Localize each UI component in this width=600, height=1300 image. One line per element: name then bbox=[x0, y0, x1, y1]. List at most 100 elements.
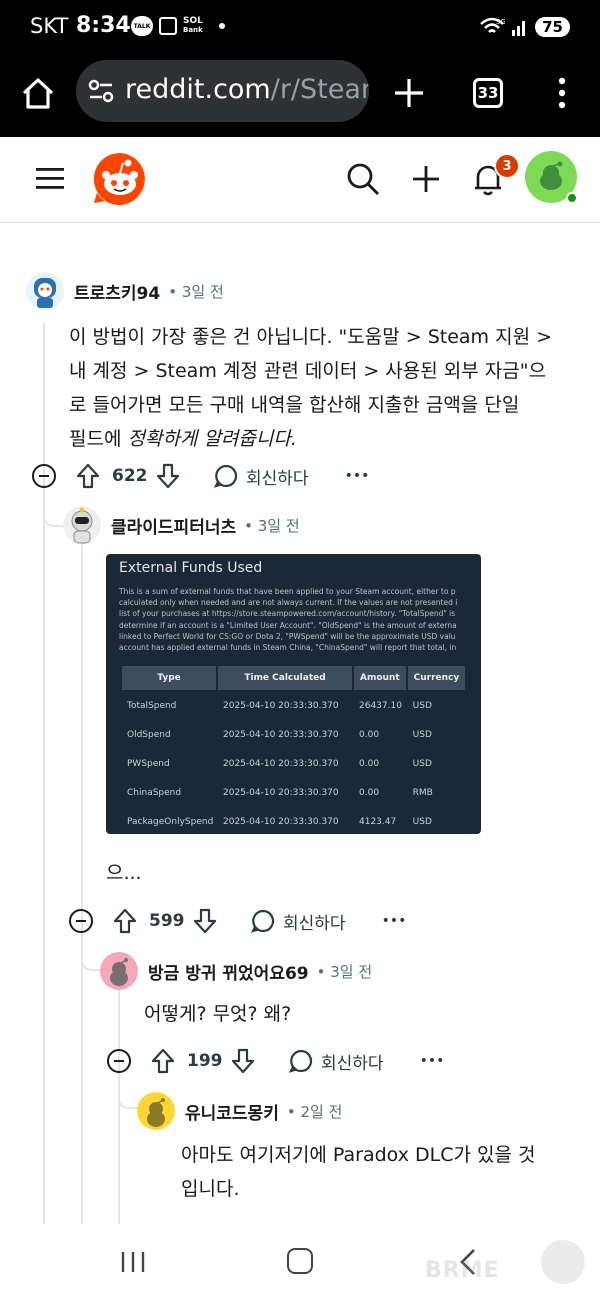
url-text[interactable]: reddit.com/r/Stear bbox=[125, 74, 369, 105]
clock: 8:34 bbox=[76, 13, 131, 38]
comment-bubble-icon bbox=[289, 1049, 313, 1073]
table-header: Amount bbox=[354, 666, 406, 690]
comment-actions: 622 회신하다 ••• bbox=[32, 458, 369, 494]
more-options-icon[interactable]: ••• bbox=[420, 1053, 445, 1069]
notification-icons: TALK SOL Bank bbox=[131, 16, 225, 36]
site-settings-icon[interactable] bbox=[88, 79, 114, 103]
comment-line: 아마도 여기저기에 Paradox DLC가 있을 것 bbox=[181, 1144, 536, 1166]
network-type: 5G bbox=[496, 18, 505, 26]
comment-body: 으... bbox=[106, 862, 142, 884]
more-options-icon[interactable]: ••• bbox=[345, 468, 370, 484]
comment-line: 입니다. bbox=[181, 1178, 240, 1200]
comment-bubble-icon bbox=[251, 909, 275, 933]
vote-count: 599 bbox=[149, 911, 185, 931]
carrier-label: SKT bbox=[30, 14, 69, 38]
user-avatar[interactable] bbox=[525, 151, 578, 204]
watermark-text: BRME bbox=[425, 1258, 500, 1283]
comment-header: 유니코드몽키 • 2일 전 bbox=[137, 1092, 342, 1130]
downvote-icon[interactable] bbox=[156, 463, 180, 489]
table-row: PWSpend 2025-04-10 20:33:30.370 0.00 USD bbox=[127, 758, 432, 769]
reply-button[interactable]: 회신하다 bbox=[214, 464, 309, 489]
comment-line: 이 방법이 가장 좋은 건 아닙니다. "도움말 > Steam 지원 > bbox=[69, 326, 553, 348]
comment-timestamp: • 3일 전 bbox=[168, 282, 224, 301]
comment-author[interactable]: 클라이드피터너츠 bbox=[111, 513, 236, 538]
downvote-icon[interactable] bbox=[231, 1048, 255, 1074]
wifi-icon: 5G bbox=[480, 17, 505, 33]
new-tab-icon[interactable] bbox=[392, 76, 426, 110]
upvote-icon[interactable] bbox=[76, 463, 100, 489]
avatar[interactable] bbox=[100, 952, 138, 990]
battery-indicator: 75 bbox=[535, 17, 570, 37]
kakaotalk-icon: TALK bbox=[131, 16, 153, 36]
system-navigation-bar: BRME bbox=[0, 1224, 600, 1300]
browser-toolbar: reddit.com/r/Stear 33 bbox=[0, 56, 600, 137]
sol-bank-icon: SOL Bank bbox=[183, 16, 203, 35]
image-description: This is a sum of external funds that hav… bbox=[119, 587, 458, 653]
more-notifications-icon bbox=[218, 23, 225, 29]
online-status-dot bbox=[566, 192, 578, 204]
snoo-avatar-icon bbox=[63, 506, 101, 544]
watermark: BRME bbox=[425, 1240, 585, 1286]
reply-button[interactable]: 회신하다 bbox=[251, 909, 346, 934]
avatar[interactable] bbox=[137, 1092, 175, 1130]
reply-label: 회신하다 bbox=[321, 1053, 384, 1074]
notification-badge: 3 bbox=[494, 153, 520, 179]
comment-body: 아마도 여기저기에 Paradox DLC가 있을 것 입니다. bbox=[181, 1138, 536, 1206]
hamburger-menu-icon[interactable] bbox=[34, 164, 66, 194]
thread-line[interactable] bbox=[81, 545, 83, 1224]
table-row: PackageOnlySpend 2025-04-10 20:33:30.370 4… bbox=[127, 816, 432, 827]
reddit-header: 3 bbox=[0, 137, 600, 223]
collapse-thread-icon[interactable] bbox=[107, 1049, 131, 1073]
vote-count: 199 bbox=[187, 1051, 223, 1071]
collapse-thread-icon[interactable] bbox=[32, 464, 56, 488]
table-row: OldSpend 2025-04-10 20:33:30.370 0.00 USD bbox=[127, 729, 432, 740]
browser-menu-icon[interactable] bbox=[556, 76, 568, 110]
table-header: Currency bbox=[407, 666, 466, 690]
table-row: TotalSpend 2025-04-10 20:33:30.370 26437.1… bbox=[127, 700, 432, 711]
watermark-logo-icon bbox=[541, 1240, 585, 1284]
snoo-avatar-icon bbox=[100, 952, 138, 990]
comment-header: 클라이드피터너츠 • 3일 전 bbox=[63, 506, 300, 544]
comment-line: 로 들어가면 모든 구매 내역을 합산해 지출한 금액을 단일 bbox=[69, 394, 520, 416]
external-funds-table: Type Time Calculated Amount Currency Tot… bbox=[120, 664, 467, 834]
comment-line: 내 계정 > Steam 계정 관련 데이터 > 사용된 외부 자금"으 bbox=[69, 360, 546, 382]
create-post-icon[interactable] bbox=[409, 162, 443, 196]
comment-timestamp: • 2일 전 bbox=[286, 1102, 343, 1121]
table-header: Time Calculated bbox=[218, 666, 352, 690]
search-icon[interactable] bbox=[345, 161, 381, 197]
comment-timestamp: • 3일 전 bbox=[244, 516, 300, 535]
comment-timestamp: • 3일 전 bbox=[316, 962, 373, 981]
status-bar: SKT 8:34 TALK SOL Bank 5G 75 bbox=[0, 0, 600, 56]
comment-image-steam-external-funds[interactable]: External Funds Used This is a sum of ext… bbox=[106, 554, 481, 834]
signal-icon bbox=[512, 21, 526, 36]
gallery-icon bbox=[159, 17, 177, 35]
comment-header: 트로츠키94 • 3일 전 bbox=[26, 272, 224, 310]
comment-author[interactable]: 방금 방귀 뀌었어요69 bbox=[148, 959, 309, 984]
collapse-thread-icon[interactable] bbox=[69, 909, 93, 933]
snoo-avatar-icon bbox=[137, 1092, 175, 1130]
tab-switcher-button[interactable]: 33 bbox=[473, 78, 503, 108]
url-bar[interactable]: reddit.com/r/Stear bbox=[76, 60, 369, 122]
home-button-icon[interactable] bbox=[287, 1248, 313, 1274]
comment-author[interactable]: 유니코드몽키 bbox=[185, 1099, 279, 1124]
downvote-icon[interactable] bbox=[193, 908, 217, 934]
reddit-logo-icon[interactable] bbox=[92, 151, 148, 207]
avatar[interactable] bbox=[26, 272, 64, 310]
reply-label: 회신하다 bbox=[283, 913, 346, 934]
comment-actions: 199 회신하다 ••• bbox=[107, 1043, 444, 1079]
reply-button[interactable]: 회신하다 bbox=[289, 1049, 384, 1074]
comment-author[interactable]: 트로츠키94 bbox=[74, 279, 160, 304]
upvote-icon[interactable] bbox=[151, 1048, 175, 1074]
avatar[interactable] bbox=[63, 506, 101, 544]
upvote-icon[interactable] bbox=[113, 908, 137, 934]
home-icon[interactable] bbox=[20, 76, 56, 112]
reply-label: 회신하다 bbox=[246, 468, 309, 489]
comment-line: 필드에 정확하게 알려줍니다. bbox=[69, 428, 297, 450]
table-header: Type bbox=[122, 666, 216, 690]
recent-apps-icon[interactable] bbox=[120, 1250, 146, 1274]
system-icons: 5G 75 bbox=[479, 16, 570, 38]
more-options-icon[interactable]: ••• bbox=[382, 913, 407, 929]
emphasis-text: 정확하게 알려줍니다. bbox=[127, 428, 297, 450]
snoo-avatar-icon bbox=[26, 272, 64, 310]
comment-body: 이 방법이 가장 좋은 건 아닙니다. "도움말 > Steam 지원 > 내 … bbox=[69, 320, 552, 456]
